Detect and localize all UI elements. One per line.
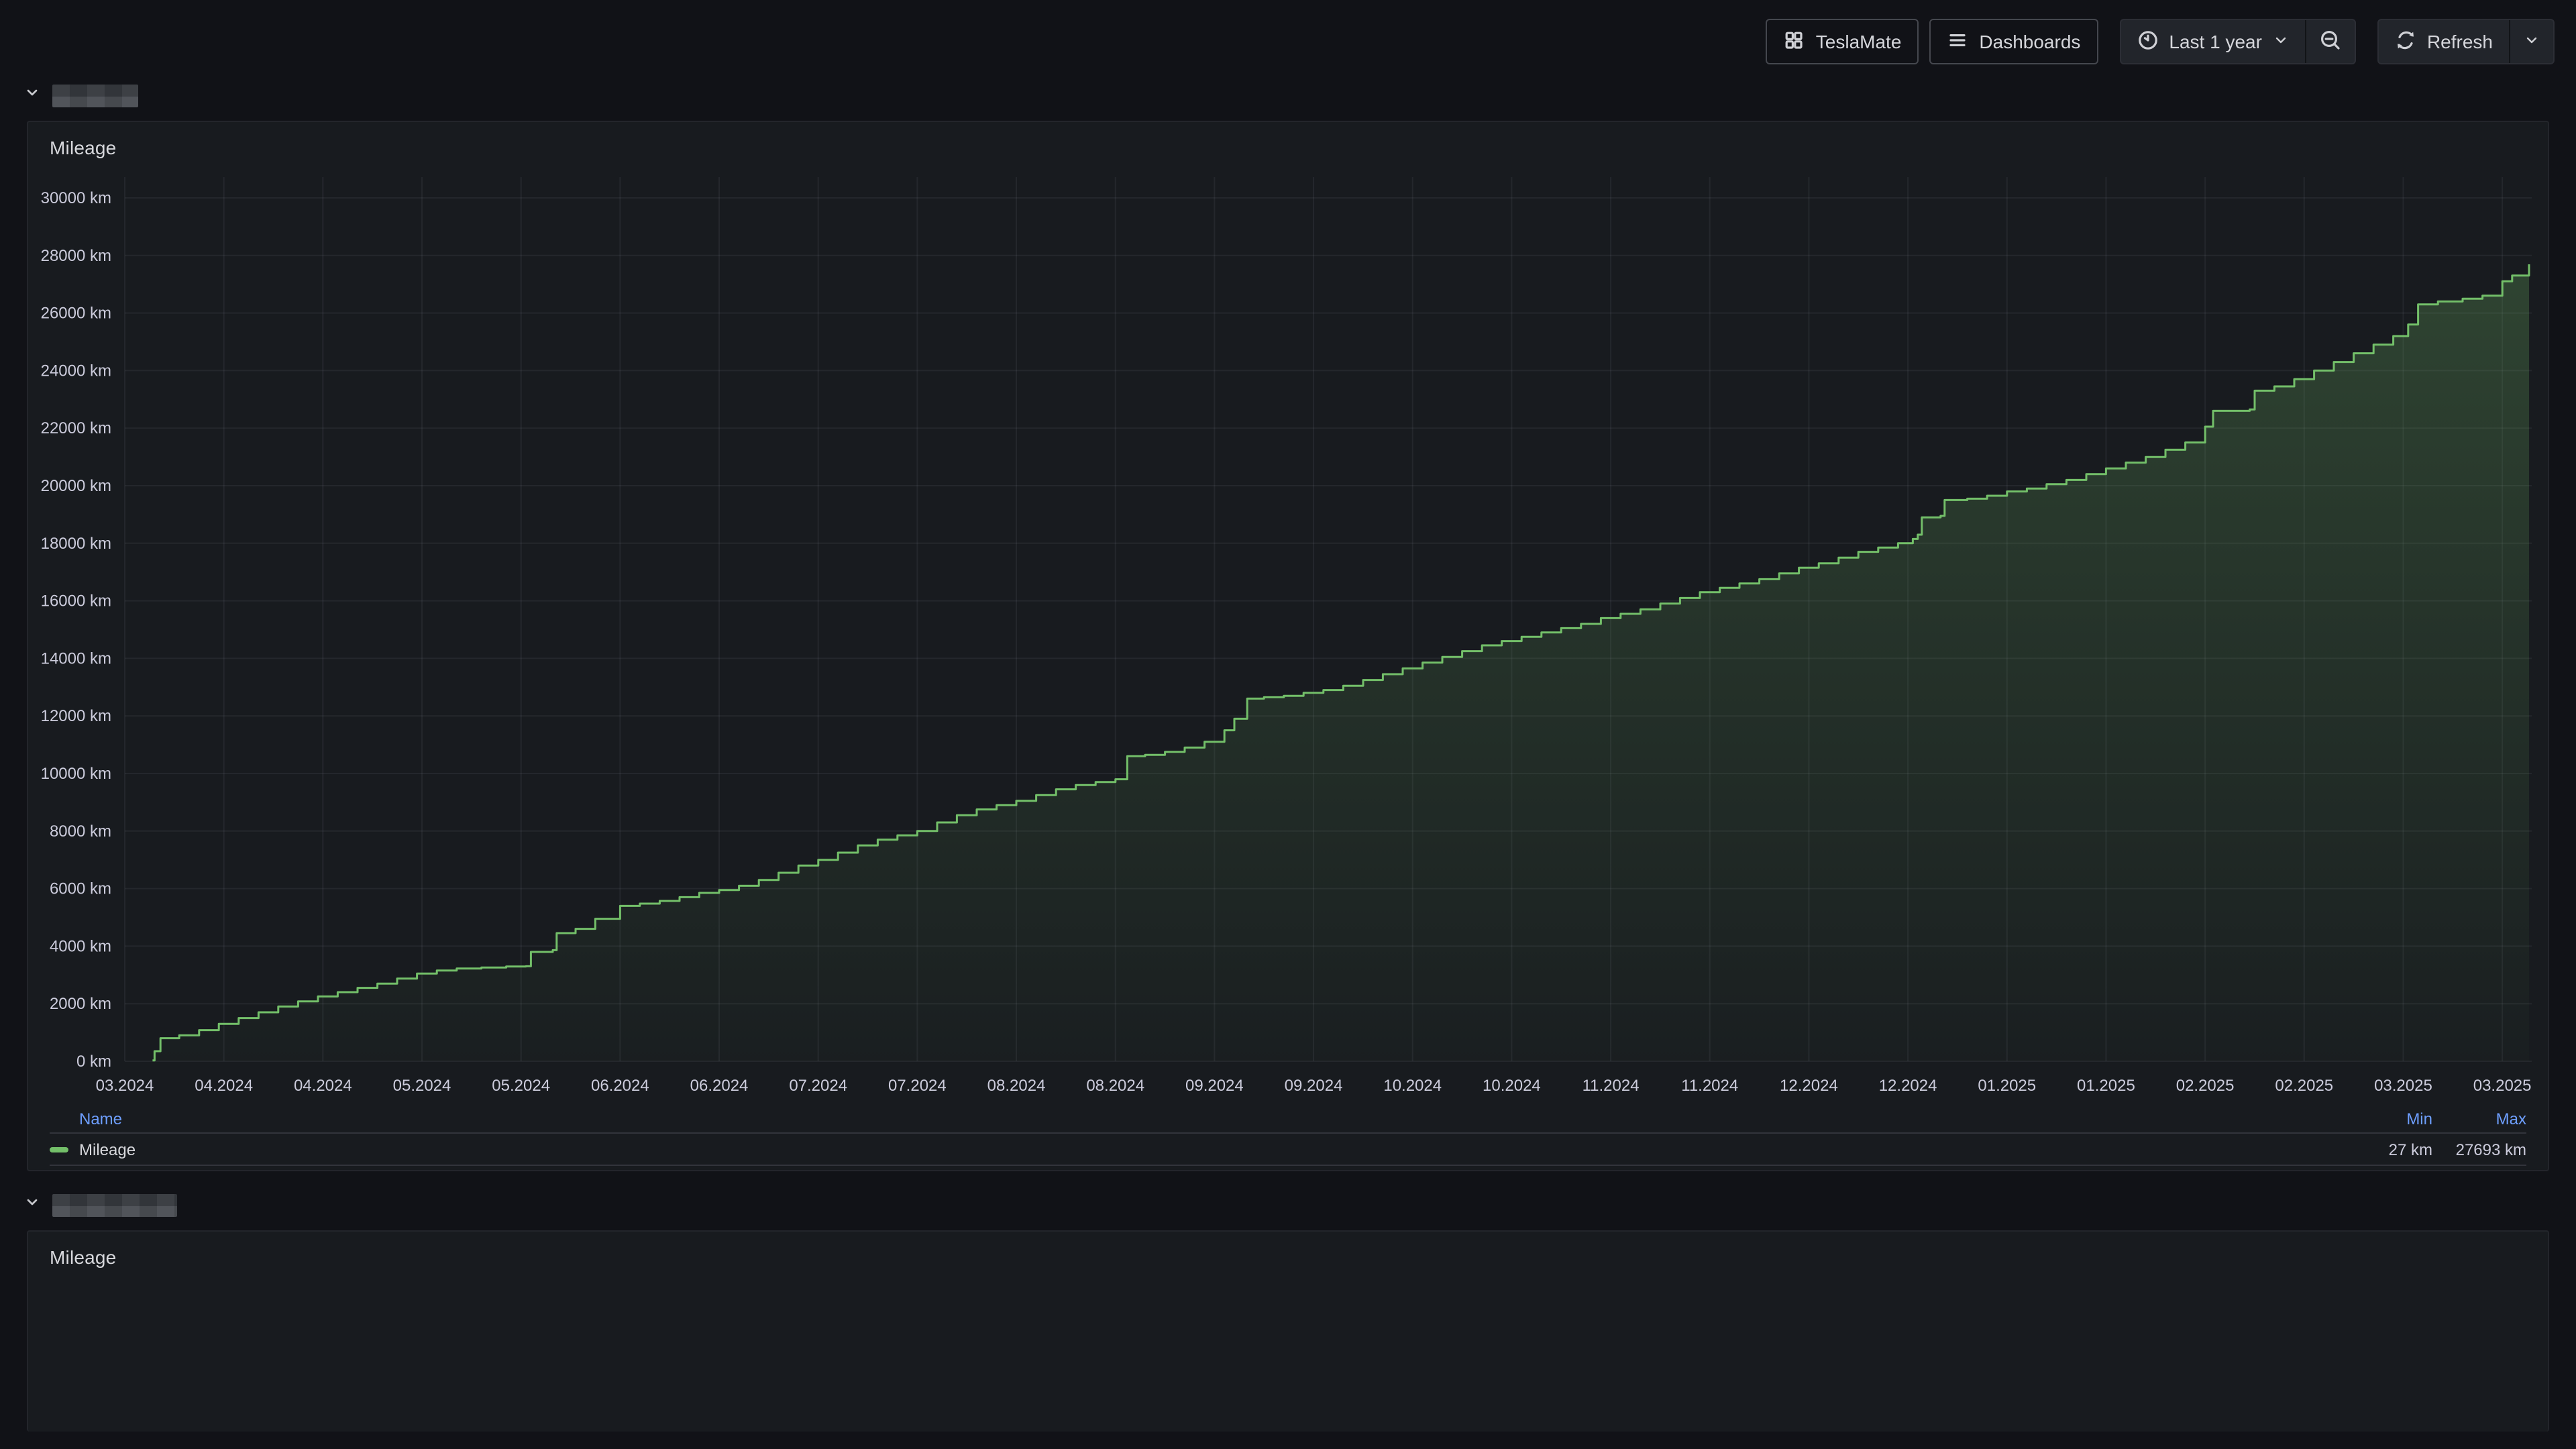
svg-text:12.2024: 12.2024 <box>1879 1077 1937 1095</box>
svg-text:01.2025: 01.2025 <box>2077 1077 2135 1095</box>
svg-text:14000 km: 14000 km <box>41 649 111 667</box>
svg-text:01.2025: 01.2025 <box>1978 1077 2036 1095</box>
dashboard-row-header-1[interactable] <box>0 70 2576 115</box>
dashboards-button-label: Dashboards <box>1979 31 2080 52</box>
row-collapse-chevron-icon <box>24 83 40 107</box>
svg-text:05.2024: 05.2024 <box>492 1077 550 1095</box>
svg-text:18000 km: 18000 km <box>41 535 111 553</box>
zoom-out-time-button[interactable] <box>2305 20 2355 63</box>
chevron-down-icon <box>2273 31 2289 52</box>
series-max-value: 27693 km <box>2432 1140 2526 1159</box>
svg-text:08.2024: 08.2024 <box>987 1077 1046 1095</box>
teslamate-button-label: TeslaMate <box>1816 31 1902 52</box>
series-color-marker <box>50 1146 68 1152</box>
svg-text:12000 km: 12000 km <box>41 707 111 725</box>
svg-text:09.2024: 09.2024 <box>1285 1077 1343 1095</box>
svg-text:02.2025: 02.2025 <box>2275 1077 2333 1095</box>
svg-text:22000 km: 22000 km <box>41 419 111 437</box>
svg-text:10.2024: 10.2024 <box>1483 1077 1541 1095</box>
row-title-redacted <box>52 84 138 107</box>
series-name: Mileage <box>79 1140 136 1159</box>
svg-text:2000 km: 2000 km <box>50 995 111 1013</box>
legend-series-row[interactable]: Mileage 27 km 27693 km <box>50 1132 2526 1166</box>
svg-text:05.2024: 05.2024 <box>393 1077 451 1095</box>
svg-text:30000 km: 30000 km <box>41 189 111 207</box>
dashboards-button[interactable]: Dashboards <box>1929 19 2098 64</box>
svg-text:03.2024: 03.2024 <box>96 1077 154 1095</box>
svg-text:07.2024: 07.2024 <box>888 1077 947 1095</box>
svg-text:6000 km: 6000 km <box>50 880 111 898</box>
row-title-redacted <box>52 1193 177 1216</box>
svg-text:20000 km: 20000 km <box>41 477 111 495</box>
svg-text:03.2025: 03.2025 <box>2473 1077 2532 1095</box>
refresh-group: Refresh <box>2377 19 2555 64</box>
svg-text:07.2024: 07.2024 <box>789 1077 847 1095</box>
svg-text:03.2025: 03.2025 <box>2374 1077 2432 1095</box>
refresh-button-label: Refresh <box>2427 31 2493 52</box>
svg-text:11.2024: 11.2024 <box>1681 1077 1738 1095</box>
panel-title: Mileage <box>28 1232 2548 1276</box>
dashboard-toolbar: TeslaMate Dashboards Last <box>0 0 2576 70</box>
svg-text:10.2024: 10.2024 <box>1383 1077 1442 1095</box>
teslamate-button[interactable]: TeslaMate <box>1766 19 1919 64</box>
svg-text:8000 km: 8000 km <box>50 822 111 841</box>
svg-text:0 km: 0 km <box>76 1053 111 1071</box>
legend-max-header[interactable]: Max <box>2432 1110 2526 1128</box>
svg-text:16000 km: 16000 km <box>41 592 111 610</box>
panel-title: Mileage <box>28 122 2548 166</box>
row-collapse-chevron-icon <box>24 1193 40 1217</box>
svg-text:26000 km: 26000 km <box>41 305 111 323</box>
mileage-panel-bottom: Mileage <box>27 1230 2549 1432</box>
clock-icon <box>2137 29 2158 54</box>
apps-grid-icon <box>1784 29 1805 54</box>
svg-text:06.2024: 06.2024 <box>591 1077 649 1095</box>
svg-text:12.2024: 12.2024 <box>1780 1077 1838 1095</box>
legend-name-header[interactable]: Name <box>79 1110 122 1128</box>
svg-text:02.2025: 02.2025 <box>2176 1077 2235 1095</box>
refresh-interval-dropdown[interactable] <box>2509 20 2553 63</box>
svg-text:04.2024: 04.2024 <box>195 1077 253 1095</box>
svg-text:24000 km: 24000 km <box>41 362 111 380</box>
zoom-out-icon <box>2320 29 2341 54</box>
time-picker-group: Last 1 year <box>2119 19 2356 64</box>
svg-text:4000 km: 4000 km <box>50 937 111 955</box>
time-range-button[interactable]: Last 1 year <box>2121 20 2305 63</box>
chart-legend: Name Min Max Mileage 27 km 27693 km <box>28 1106 2548 1166</box>
refresh-sync-icon <box>2395 29 2416 54</box>
series-min-value: 27 km <box>2339 1140 2432 1159</box>
svg-text:06.2024: 06.2024 <box>690 1077 749 1095</box>
legend-min-header[interactable]: Min <box>2339 1110 2432 1128</box>
chevron-down-icon <box>2524 31 2540 52</box>
svg-text:08.2024: 08.2024 <box>1086 1077 1144 1095</box>
time-range-label: Last 1 year <box>2169 31 2262 52</box>
svg-text:10000 km: 10000 km <box>41 765 111 783</box>
dashboards-list-icon <box>1947 29 1968 54</box>
svg-text:09.2024: 09.2024 <box>1185 1077 1244 1095</box>
mileage-panel: Mileage 0 km 2000 km 4000 km 6000 km 8000 km… <box>27 121 2549 1171</box>
mileage-chart[interactable]: 0 km 2000 km 4000 km 6000 km 8000 km 10000 km… <box>28 166 2548 1106</box>
grafana-dashboard: TeslaMate Dashboards Last <box>0 0 2576 1449</box>
legend-header-row: Name Min Max <box>50 1106 2526 1132</box>
dashboard-row-header-2[interactable] <box>0 1171 2576 1225</box>
svg-text:28000 km: 28000 km <box>41 247 111 265</box>
svg-text:11.2024: 11.2024 <box>1582 1077 1640 1095</box>
refresh-button[interactable]: Refresh <box>2379 20 2509 63</box>
svg-text:04.2024: 04.2024 <box>294 1077 352 1095</box>
